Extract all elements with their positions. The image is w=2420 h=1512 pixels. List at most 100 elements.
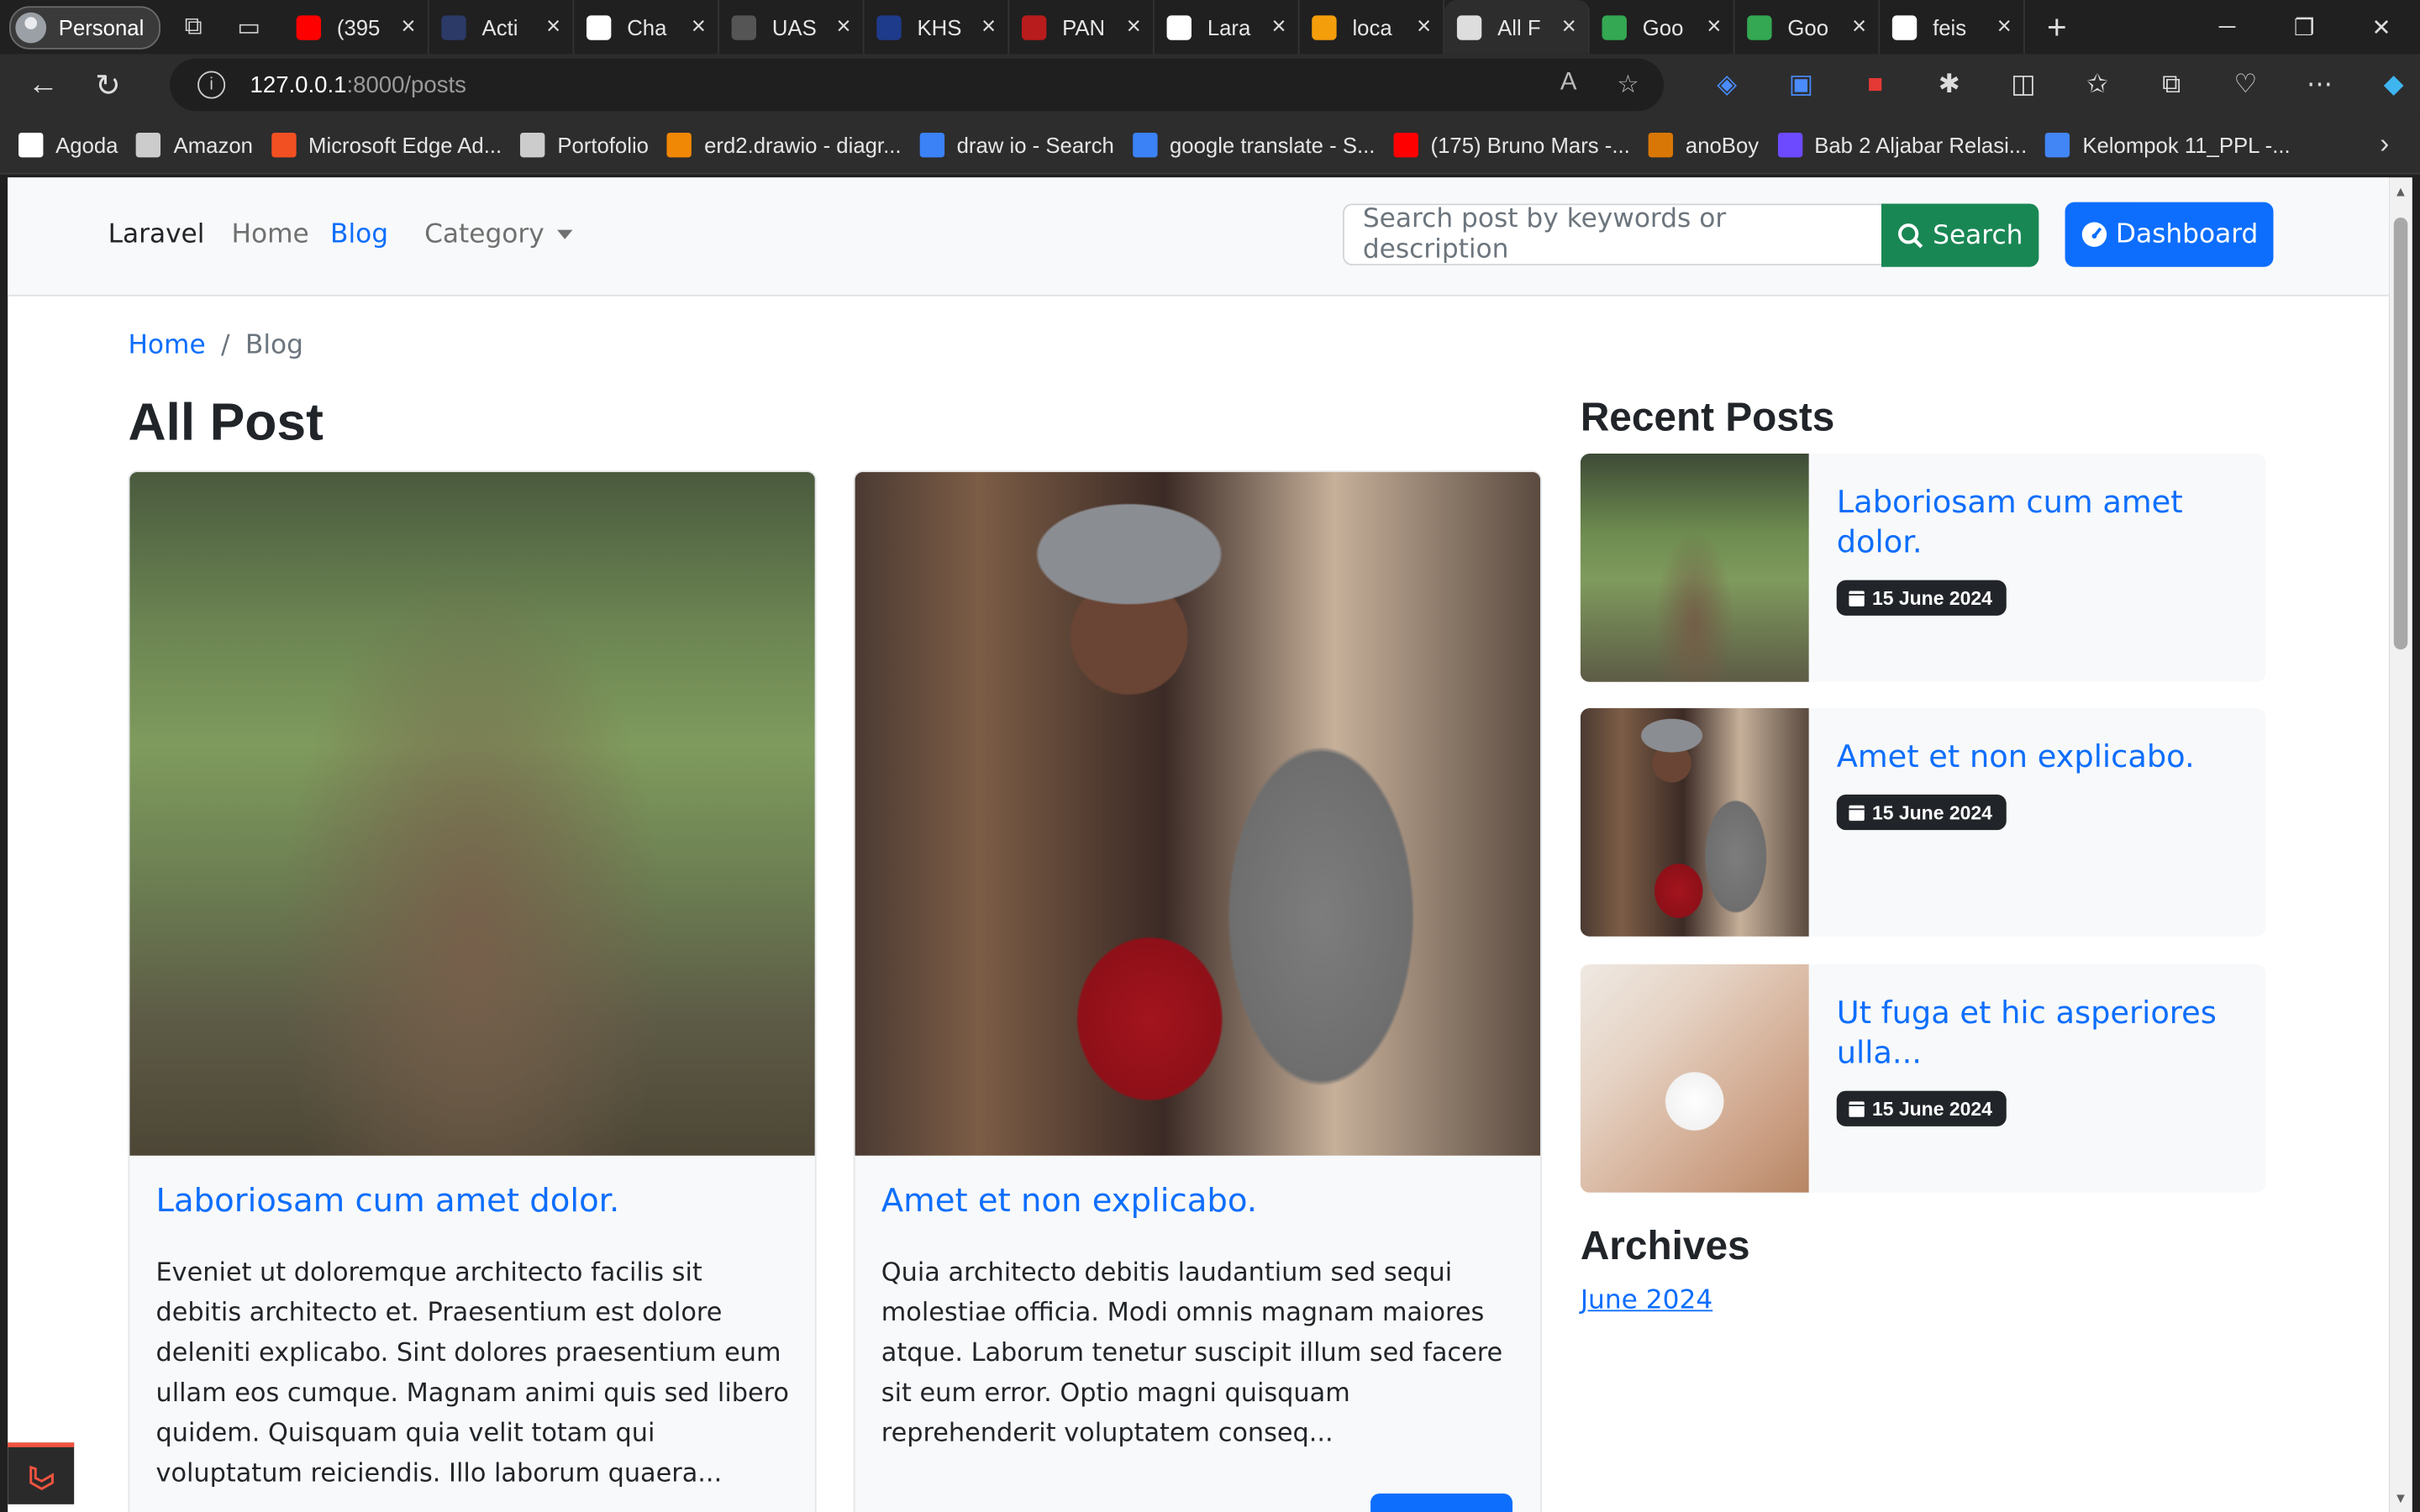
address-bar[interactable]: i 127.0.0.1:8000/posts A ☆ <box>170 58 1665 112</box>
bookmark-item[interactable]: Bab 2 Aljabar Relasi... <box>1777 132 2027 157</box>
dashboard-button[interactable]: Dashboard <box>2065 202 2274 267</box>
browser-tab[interactable]: Lara × <box>1155 0 1301 55</box>
tab-favicon-icon <box>732 14 757 39</box>
bookmark-item[interactable]: anoBoy <box>1648 132 1759 157</box>
read-aloud-icon[interactable]: A <box>1560 70 1577 101</box>
scroll-up-icon[interactable]: ▲ <box>2394 184 2407 199</box>
back-button[interactable]: ← <box>15 57 71 113</box>
collections-icon[interactable]: ⧉ <box>2134 54 2208 115</box>
debugbar-toggle[interactable] <box>8 1442 75 1504</box>
breadcrumb-separator: / <box>221 330 230 361</box>
bookmark-item[interactable]: draw io - Search <box>919 132 1114 157</box>
tab-favicon-icon <box>1602 14 1628 39</box>
browser-tab[interactable]: PAN × <box>1010 0 1155 55</box>
bookmark-item[interactable]: (175) Bruno Mars -... <box>1393 132 1630 157</box>
browser-tab[interactable]: Goo × <box>1590 0 1735 55</box>
tab-close-icon[interactable]: × <box>1562 13 1576 41</box>
tab-close-icon[interactable]: × <box>1852 13 1866 41</box>
tab-title: (395 <box>336 14 381 39</box>
recent-post-thumbnail[interactable] <box>1580 963 1809 1193</box>
extensions-icon[interactable]: ✱ <box>1912 54 1986 115</box>
bookmark-favicon-icon <box>136 132 161 157</box>
bookmark-item[interactable]: Microsoft Edge Ad... <box>271 132 502 157</box>
bookmark-favicon-icon <box>18 132 44 157</box>
tab-close-icon[interactable]: × <box>1127 13 1141 41</box>
search-input[interactable]: Search post by keywords or description <box>1342 203 1883 265</box>
tab-close-icon[interactable]: × <box>1417 13 1431 41</box>
nav-home[interactable]: Home <box>232 219 309 250</box>
browser-tab[interactable]: UAS × <box>719 0 865 55</box>
tab-favicon-icon <box>1167 14 1192 39</box>
recent-post-thumbnail[interactable] <box>1580 708 1809 937</box>
post-image-forest-path[interactable] <box>129 472 815 1156</box>
bookmark-item[interactable]: Portofolio <box>520 132 649 157</box>
bookmark-favicon-icon <box>520 132 545 157</box>
tab-close-icon[interactable]: × <box>1271 13 1286 41</box>
vertical-tabs-icon[interactable]: ▭ <box>226 4 272 50</box>
favorite-star-icon[interactable]: ☆ <box>1617 70 1639 101</box>
search-icon <box>1898 223 1923 248</box>
browser-tab[interactable]: Acti × <box>429 0 575 55</box>
bookmark-item[interactable]: Agoda <box>18 132 118 157</box>
more-menu-icon[interactable]: ⋯ <box>2283 54 2357 115</box>
restore-button[interactable]: ❐ <box>2265 0 2343 54</box>
site-info-icon[interactable]: i <box>197 71 226 99</box>
tab-close-icon[interactable]: × <box>836 13 850 41</box>
bookmark-item[interactable]: Kelompok 11_PPL -... <box>2045 132 2291 157</box>
extension-red-icon[interactable]: ■ <box>1839 54 1912 115</box>
breadcrumb-home[interactable]: Home <box>128 330 205 361</box>
breadcrumb: Home / Blog <box>128 330 302 361</box>
post-title-link[interactable]: Amet et non explicabo. <box>881 1182 1257 1219</box>
site-brand[interactable]: Laravel <box>108 219 205 250</box>
page-scrollbar[interactable]: ▲ ▼ <box>2389 177 2412 1512</box>
bookmarks-overflow-icon[interactable]: › <box>2380 128 2389 160</box>
bookmark-item[interactable]: google translate - S... <box>1132 132 1376 157</box>
bookmark-item[interactable]: erd2.drawio - diagr... <box>667 132 902 157</box>
recent-post-title-link[interactable]: Amet et non explicabo. <box>1837 736 2238 776</box>
copilot-icon[interactable]: ◆ <box>2357 54 2420 115</box>
browser-tab[interactable]: KHS × <box>865 0 1010 55</box>
search-button[interactable]: Search <box>1881 203 2039 267</box>
tab-title: All F <box>1497 14 1541 39</box>
workspaces-icon[interactable]: ⧉ <box>171 4 217 50</box>
recent-post-title-link[interactable]: Ut fuga et hic asperiores ulla... <box>1837 992 2238 1073</box>
post-title-link[interactable]: Laboriosam cum amet dolor. <box>156 1182 620 1219</box>
tab-close-icon[interactable]: × <box>692 13 706 41</box>
profile-button[interactable]: Personal <box>9 5 161 49</box>
screenshot-icon[interactable]: ▣ <box>1764 54 1838 115</box>
browser-tab[interactable]: Cha × <box>575 0 720 55</box>
recent-post-thumbnail[interactable] <box>1580 454 1809 682</box>
bookmark-item[interactable]: Amazon <box>136 132 253 157</box>
read-more-button[interactable] <box>1370 1493 1513 1512</box>
tab-favicon-icon <box>1312 14 1338 39</box>
close-window-button[interactable]: ✕ <box>2343 0 2420 54</box>
scrollbar-thumb[interactable] <box>2393 217 2408 650</box>
archive-link[interactable]: June 2024 <box>1581 1285 1712 1316</box>
nav-blog[interactable]: Blog <box>330 219 388 250</box>
browser-tab[interactable]: Goo × <box>1735 0 1881 55</box>
browser-tab[interactable]: All F × <box>1444 0 1591 55</box>
favorites-icon[interactable]: ✩ <box>2060 54 2134 115</box>
tab-close-icon[interactable]: × <box>981 13 996 41</box>
tab-close-icon[interactable]: × <box>1997 13 2012 41</box>
recent-post-title-link[interactable]: Laboriosam cum amet dolor. <box>1837 481 2238 562</box>
scroll-down-icon[interactable]: ▼ <box>2394 1490 2407 1505</box>
translate-icon[interactable]: ◈ <box>1690 54 1764 115</box>
tab-close-icon[interactable]: × <box>546 13 560 41</box>
browser-tab[interactable]: (395 × <box>284 0 430 55</box>
browser-window: Personal ⧉ ▭ (395 × Acti × Cha × UAS × KHS × PAN × L… <box>0 0 2420 1512</box>
tab-close-icon[interactable]: × <box>401 13 415 41</box>
post-image-guitarist[interactable] <box>855 472 1541 1156</box>
browser-tab[interactable]: loca × <box>1300 0 1445 55</box>
tab-close-icon[interactable]: × <box>1707 13 1721 41</box>
new-tab-button[interactable]: + <box>2047 7 2067 47</box>
performance-icon[interactable]: ♡ <box>2208 54 2282 115</box>
nav-category-dropdown[interactable]: Category <box>424 219 572 250</box>
bookmark-label: (175) Bruno Mars -... <box>1430 132 1630 157</box>
refresh-button[interactable]: ↻ <box>81 57 136 113</box>
browser-tab[interactable]: feis × <box>1881 0 2026 55</box>
bookmark-label: google translate - S... <box>1169 132 1376 157</box>
split-screen-icon[interactable]: ◫ <box>1986 54 2060 115</box>
bookmark-label: erd2.drawio - diagr... <box>704 132 902 157</box>
minimize-button[interactable]: ─ <box>2188 0 2265 54</box>
